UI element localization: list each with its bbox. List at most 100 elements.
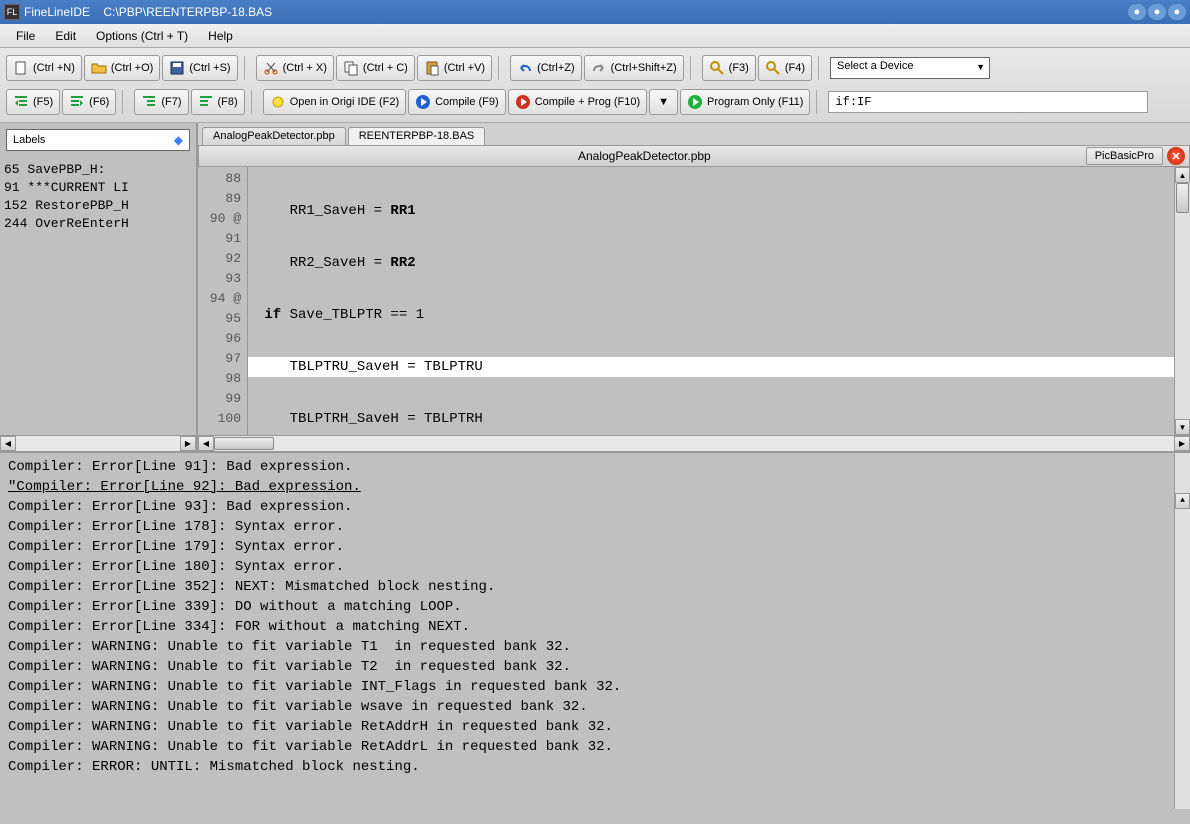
toolbar: (Ctrl +N) (Ctrl +O) (Ctrl +S) (Ctrl + X)… <box>0 48 1190 123</box>
labels-list[interactable]: 65 SavePBP_H: 91 ***CURRENT LI 152 Resto… <box>0 157 196 435</box>
device-combo[interactable]: Select a Device <box>830 57 990 79</box>
label-item[interactable]: 152 RestorePBP_H <box>4 197 192 215</box>
redo-label: (Ctrl+Shift+Z) <box>611 62 677 74</box>
f8-button[interactable]: (F8) <box>191 89 245 115</box>
output-line[interactable]: Compiler: Error[Line 352]: NEXT: Mismatc… <box>8 577 1182 597</box>
editor-vscroll[interactable]: ▲ ▼ <box>1174 167 1190 435</box>
f5-label: (F5) <box>33 96 53 108</box>
open-button[interactable]: (Ctrl +O) <box>84 55 160 81</box>
menu-file[interactable]: File <box>6 26 45 46</box>
compile-button[interactable]: Compile (F9) <box>408 89 506 115</box>
code-line-highlighted[interactable]: TBLPTRU_SaveH = TBLPTRU <box>248 357 1174 377</box>
open-ide-label: Open in Origi IDE (F2) <box>290 96 399 108</box>
output-line[interactable]: Compiler: WARNING: Unable to fit variabl… <box>8 737 1182 757</box>
line-number: 100 <box>200 409 241 429</box>
program-only-button[interactable]: Program Only (F11) <box>680 89 810 115</box>
scroll-left-icon[interactable]: ◀ <box>198 436 214 451</box>
open-ide-button[interactable]: Open in Origi IDE (F2) <box>263 89 406 115</box>
menu-help[interactable]: Help <box>198 26 243 46</box>
editor-hscroll[interactable]: ◀ ▶ <box>198 435 1190 451</box>
output-line[interactable]: Compiler: Error[Line 178]: Syntax error. <box>8 517 1182 537</box>
output-line[interactable]: Compiler: Error[Line 179]: Syntax error. <box>8 537 1182 557</box>
scroll-thumb[interactable] <box>1176 183 1189 213</box>
line-number: 90 @ <box>200 209 241 229</box>
main-area: Labels ◆ 65 SavePBP_H: 91 ***CURRENT LI … <box>0 123 1190 453</box>
language-button[interactable]: PicBasicPro <box>1086 147 1163 165</box>
output-line[interactable]: Compiler: ERROR: UNTIL: Mismatched block… <box>8 757 1182 777</box>
undo-button[interactable]: (Ctrl+Z) <box>510 55 582 81</box>
output-line[interactable]: Compiler: WARNING: Unable to fit variabl… <box>8 657 1182 677</box>
scroll-track[interactable] <box>16 436 180 451</box>
line-number: 93 <box>200 269 241 289</box>
output-panel[interactable]: Compiler: Error[Line 91]: Bad expression… <box>0 453 1190 809</box>
code-line[interactable]: RR2_SaveH = RR2 <box>248 253 1174 273</box>
output-line[interactable]: Compiler: Error[Line 180]: Syntax error. <box>8 557 1182 577</box>
output-line[interactable]: Compiler: Error[Line 339]: DO without a … <box>8 597 1182 617</box>
output-line[interactable]: Compiler: WARNING: Unable to fit variabl… <box>8 677 1182 697</box>
cut-icon <box>263 60 279 76</box>
f6-button[interactable]: (F6) <box>62 89 116 115</box>
menu-options[interactable]: Options (Ctrl + T) <box>86 26 198 46</box>
paste-button[interactable]: (Ctrl +V) <box>417 55 492 81</box>
code-area[interactable]: 88 89 90 @ 91 92 93 94 @ 95 96 97 98 99 … <box>198 167 1190 435</box>
save-button[interactable]: (Ctrl +S) <box>162 55 237 81</box>
undo-icon <box>517 60 533 76</box>
redo-button[interactable]: (Ctrl+Shift+Z) <box>584 55 684 81</box>
tab-analogpeak[interactable]: AnalogPeakDetector.pbp <box>202 127 346 145</box>
label-item[interactable]: 65 SavePBP_H: <box>4 161 192 179</box>
left-panel: Labels ◆ 65 SavePBP_H: 91 ***CURRENT LI … <box>0 123 198 451</box>
compile-prog-button[interactable]: Compile + Prog (F10) <box>508 89 647 115</box>
scroll-right-icon[interactable]: ▶ <box>180 436 196 451</box>
scroll-right-icon[interactable]: ▶ <box>1174 436 1190 451</box>
output-vscroll[interactable]: ▲ <box>1174 453 1190 809</box>
tabs: AnalogPeakDetector.pbp REENTERPBP-18.BAS <box>198 123 1190 145</box>
tab-reenterpbp[interactable]: REENTERPBP-18.BAS <box>348 127 486 145</box>
line-number: 92 <box>200 249 241 269</box>
labels-combo[interactable]: Labels ◆ <box>6 129 190 151</box>
close-button[interactable]: ● <box>1168 4 1186 20</box>
label-item[interactable]: 244 OverReEnterH <box>4 215 192 233</box>
close-tab-button[interactable]: ✕ <box>1167 147 1185 165</box>
scroll-track[interactable] <box>214 436 1174 451</box>
scroll-down-icon[interactable]: ▼ <box>1175 419 1190 435</box>
new-button[interactable]: (Ctrl +N) <box>6 55 82 81</box>
output-line[interactable]: Compiler: WARNING: Unable to fit variabl… <box>8 717 1182 737</box>
code-line[interactable]: if Save_TBLPTR == 1 <box>248 305 1174 325</box>
scroll-thumb[interactable] <box>214 437 274 450</box>
copy-button[interactable]: (Ctrl + C) <box>336 55 415 81</box>
scroll-up-icon[interactable]: ▲ <box>1175 493 1190 509</box>
left-hscroll[interactable]: ◀ ▶ <box>0 435 196 451</box>
labels-combo-text: Labels <box>13 134 45 146</box>
dropdown-button[interactable]: ▼ <box>649 89 678 115</box>
find-next-button[interactable]: (F4) <box>758 55 812 81</box>
label-item[interactable]: 91 ***CURRENT LI <box>4 179 192 197</box>
line-number: 91 <box>200 229 241 249</box>
indent-left-icon <box>13 94 29 110</box>
f7-button[interactable]: (F7) <box>134 89 188 115</box>
code-lines[interactable]: RR1_SaveH = RR1 RR2_SaveH = RR2 if Save_… <box>248 167 1174 435</box>
output-line[interactable]: Compiler: WARNING: Unable to fit variabl… <box>8 637 1182 657</box>
search-icon <box>709 60 725 76</box>
code-line[interactable]: TBLPTRH_SaveH = TBLPTRH <box>248 409 1174 429</box>
minimize-button[interactable]: ● <box>1128 4 1146 20</box>
output-line[interactable]: Compiler: Error[Line 91]: Bad expression… <box>8 457 1182 477</box>
f5-button[interactable]: (F5) <box>6 89 60 115</box>
if-input[interactable] <box>828 91 1148 113</box>
app-name: FineLineIDE <box>24 5 90 19</box>
output-line[interactable]: Compiler: Error[Line 334]: FOR without a… <box>8 617 1182 637</box>
scroll-left-icon[interactable]: ◀ <box>0 436 16 451</box>
maximize-button[interactable]: ● <box>1148 4 1166 20</box>
toolbar-separator <box>690 56 696 80</box>
toolbar-separator <box>816 90 822 114</box>
menu-edit[interactable]: Edit <box>45 26 86 46</box>
output-line[interactable]: "Compiler: Error[Line 92]: Bad expressio… <box>8 477 1182 497</box>
output-line[interactable]: Compiler: Error[Line 93]: Bad expression… <box>8 497 1182 517</box>
play-blue-icon <box>415 94 431 110</box>
editor-filename: AnalogPeakDetector.pbp <box>203 149 1086 163</box>
scroll-up-icon[interactable]: ▲ <box>1175 167 1190 183</box>
cut-button[interactable]: (Ctrl + X) <box>256 55 334 81</box>
find-button[interactable]: (F3) <box>702 55 756 81</box>
code-line[interactable]: RR1_SaveH = RR1 <box>248 201 1174 221</box>
output-line[interactable]: Compiler: WARNING: Unable to fit variabl… <box>8 697 1182 717</box>
copy-label: (Ctrl + C) <box>363 62 408 74</box>
